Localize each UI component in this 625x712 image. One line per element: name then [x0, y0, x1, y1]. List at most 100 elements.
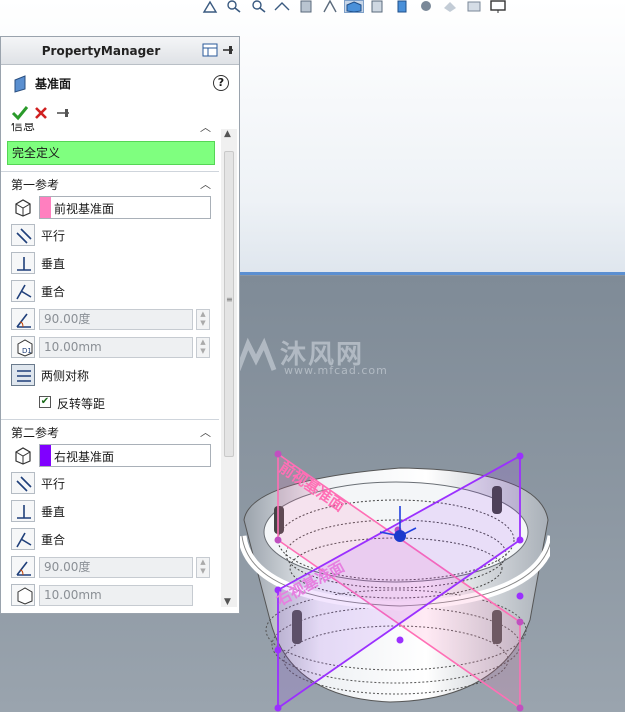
angle-icon: [16, 313, 31, 328]
angle-icon: [16, 561, 31, 576]
scroll-down-arrow-icon[interactable]: ▼: [224, 597, 231, 607]
flip-offset-label: 反转等距: [57, 397, 106, 411]
status-fully-defined: 完全定义: [7, 141, 215, 165]
ok-check-icon[interactable]: [11, 105, 29, 121]
coincident-icon: [16, 284, 32, 300]
perpendicular-button[interactable]: [11, 252, 35, 274]
dynamic-annotation-icon[interactable]: [320, 0, 340, 13]
offset-distance-button[interactable]: [11, 584, 35, 606]
angle-spinner[interactable]: ▲ ▼: [196, 309, 210, 330]
offset-distance-input[interactable]: 10.00mm: [39, 585, 193, 606]
flip-offset-checkbox[interactable]: ✔: [39, 396, 51, 408]
perpendicular-icon: [17, 257, 31, 271]
watermark-logo-icon: [235, 337, 277, 371]
parallel-label: 平行: [41, 229, 66, 243]
mid-plane-icon: [17, 370, 31, 382]
second-ref-perpendicular-row: 垂直: [1, 497, 219, 525]
first-ref-selection-row: 前视基准面: [1, 193, 219, 221]
feature-header: 基准面 ?: [1, 65, 239, 101]
parallel-icon: [16, 476, 32, 492]
second-ref-coincident-row: 重合: [1, 525, 219, 553]
coincident-icon: [16, 532, 32, 548]
apply-scene-icon[interactable]: [440, 0, 460, 13]
hide-show-items-icon[interactable]: [392, 0, 412, 13]
property-manager-header: PropertyManager: [1, 37, 239, 65]
scroll-up-arrow-icon[interactable]: ▲: [224, 129, 231, 139]
second-ref-selection-row: 右视基准面: [1, 441, 219, 469]
section-first-ref-header[interactable]: 第一参考 ︿: [1, 171, 219, 193]
angle-input[interactable]: 90.00度: [39, 309, 193, 330]
reference-entity-icon: [15, 199, 31, 217]
section-second-ref-label: 第二参考: [11, 426, 60, 440]
collapse-chevron-icon[interactable]: ︿: [200, 424, 211, 440]
first-ref-flip-row: ✔ 反转等距: [1, 389, 219, 415]
perpendicular-label: 垂直: [41, 505, 66, 519]
coincident-label: 重合: [41, 285, 66, 299]
first-ref-parallel-row: 平行: [1, 221, 219, 249]
edit-appearance-icon[interactable]: [416, 0, 436, 13]
first-ref-offset-row: D1 10.00mm ▲ ▼: [1, 333, 219, 361]
watermark: 沐风网 www.mfcad.com: [232, 332, 402, 382]
cancel-x-icon[interactable]: [33, 105, 49, 121]
angle-button[interactable]: [11, 556, 35, 578]
offset-distance-icon: [17, 587, 33, 605]
monitor-icon[interactable]: [488, 0, 508, 13]
zoom-to-fit-icon[interactable]: [224, 0, 244, 13]
second-ref-selection-text: 右视基准面: [54, 450, 115, 464]
perpendicular-button[interactable]: [11, 500, 35, 522]
property-scroll-area[interactable]: 信息 ︿ 完全定义 第一参考 ︿ 前视基准面 平行 垂直 重合 90.00度 ▲…: [1, 123, 219, 611]
section-second-ref-header[interactable]: 第二参考 ︿: [1, 419, 219, 441]
offset-spinner[interactable]: ▲ ▼: [196, 337, 210, 358]
parallel-label: 平行: [41, 477, 66, 491]
collapse-chevron-icon[interactable]: ︿: [200, 176, 211, 192]
second-ref-angle-row: 90.00度 ▲ ▼: [1, 553, 219, 581]
previous-view-icon[interactable]: [272, 0, 292, 13]
section-info-header[interactable]: 信息 ︿: [1, 123, 219, 139]
property-manager-panel: PropertyManager 基准面 ? 信息 ︿ 完全定义 第一参考 ︿ 前…: [0, 36, 240, 614]
offset-distance-button[interactable]: D1: [11, 336, 35, 358]
collapse-chevron-icon[interactable]: ︿: [200, 123, 211, 135]
offset-distance-icon: D1: [17, 339, 33, 357]
reference-entity-icon: [15, 447, 31, 465]
section-view-icon[interactable]: [296, 0, 316, 13]
feature-title: 基准面: [35, 77, 72, 91]
coincident-button[interactable]: [11, 280, 35, 302]
view-settings-icon[interactable]: [464, 0, 484, 13]
help-icon[interactable]: ?: [213, 75, 229, 91]
second-ref-color-swatch: [40, 445, 51, 466]
parallel-button[interactable]: [11, 472, 35, 494]
scroll-thumb[interactable]: ≡: [224, 151, 234, 457]
angle-spinner[interactable]: ▲ ▼: [196, 557, 210, 578]
plane-feature-icon: [14, 75, 26, 93]
first-ref-angle-row: 90.00度 ▲ ▼: [1, 305, 219, 333]
mid-plane-button[interactable]: [11, 364, 35, 386]
coincident-label: 重合: [41, 533, 66, 547]
panel-layout-icon[interactable]: [202, 43, 218, 57]
view-orientation-cube-icon[interactable]: [344, 0, 364, 13]
first-ref-selection-box[interactable]: 前视基准面: [39, 196, 211, 219]
panel-pin-icon[interactable]: [221, 43, 235, 57]
mid-plane-label: 两侧对称: [41, 369, 90, 383]
svg-text:D1: D1: [22, 347, 32, 355]
parallel-icon: [16, 228, 32, 244]
second-ref-selection-box[interactable]: 右视基准面: [39, 444, 211, 467]
second-ref-parallel-row: 平行: [1, 469, 219, 497]
model-view[interactable]: 前视基准面 右视基准面: [230, 440, 550, 712]
offset-distance-input[interactable]: 10.00mm: [39, 337, 193, 358]
view-orientation-icon[interactable]: [200, 0, 220, 13]
first-ref-coincident-row: 重合: [1, 277, 219, 305]
angle-button[interactable]: [11, 308, 35, 330]
zoom-area-icon[interactable]: [248, 0, 268, 13]
parallel-button[interactable]: [11, 224, 35, 246]
perpendicular-icon: [17, 505, 31, 519]
angle-input[interactable]: 90.00度: [39, 557, 193, 578]
first-ref-selection-text: 前视基准面: [54, 202, 115, 216]
first-ref-color-swatch: [40, 197, 51, 218]
watermark-url: www.mfcad.com: [284, 364, 388, 377]
panel-scrollbar[interactable]: ▲ ≡ ▼: [221, 129, 237, 607]
section-first-ref-label: 第一参考: [11, 178, 60, 192]
heads-up-toolbar: [200, 0, 508, 14]
keep-visible-pin-icon[interactable]: [55, 105, 73, 121]
coincident-button[interactable]: [11, 528, 35, 550]
display-style-icon[interactable]: [368, 0, 388, 13]
